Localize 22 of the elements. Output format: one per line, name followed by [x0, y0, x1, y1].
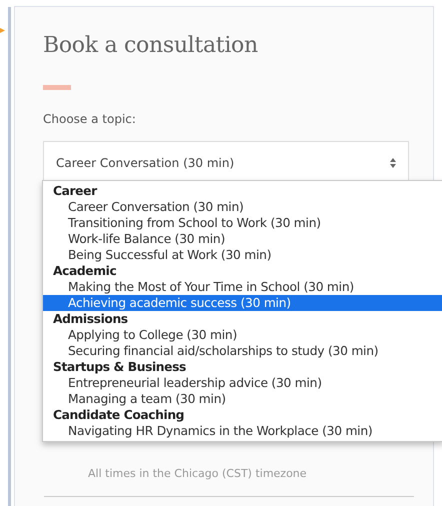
dropdown-option[interactable]: Being Successful at Work (30 min) — [43, 247, 442, 263]
timezone-note: All times in the Chicago (CST) timezone — [88, 466, 307, 482]
dropdown-option[interactable]: Work-life Balance (30 min) — [43, 231, 442, 247]
dropdown-option[interactable]: Entrepreneurial leadership advice (30 min) — [43, 375, 442, 391]
field-label: Choose a topic: — [43, 111, 137, 128]
dropdown-option[interactable]: Career Conversation (30 min) — [43, 199, 442, 215]
updown-caret-icon — [390, 158, 396, 168]
group-heading: Academic — [52, 263, 118, 279]
dropdown-option[interactable]: Achieving academic success (30 min) — [43, 295, 442, 311]
group-heading: Career — [52, 183, 98, 199]
page-title: Book a consultation — [43, 33, 259, 60]
dropdown-option[interactable]: Applying to College (30 min) — [43, 327, 442, 343]
dropdown-option[interactable]: Making the Most of Your Time in School (30 min) — [43, 279, 442, 295]
pointer-icon — [0, 28, 5, 33]
dropdown-option[interactable]: Transitioning from School to Work (30 min) — [43, 215, 442, 231]
dropdown-option[interactable]: Navigating HR Dynamics in the Workplace (30 min) — [43, 423, 442, 439]
group-heading: Admissions — [52, 311, 129, 327]
dropdown-option[interactable]: Securing financial aid/scholarships to study (30 min) — [43, 343, 442, 359]
group-heading: Candidate Coaching — [52, 407, 186, 423]
group-heading: Startups & Business — [52, 359, 187, 375]
dropdown-option[interactable]: Managing a team (30 min) — [43, 391, 442, 407]
accent-bar — [43, 85, 71, 90]
